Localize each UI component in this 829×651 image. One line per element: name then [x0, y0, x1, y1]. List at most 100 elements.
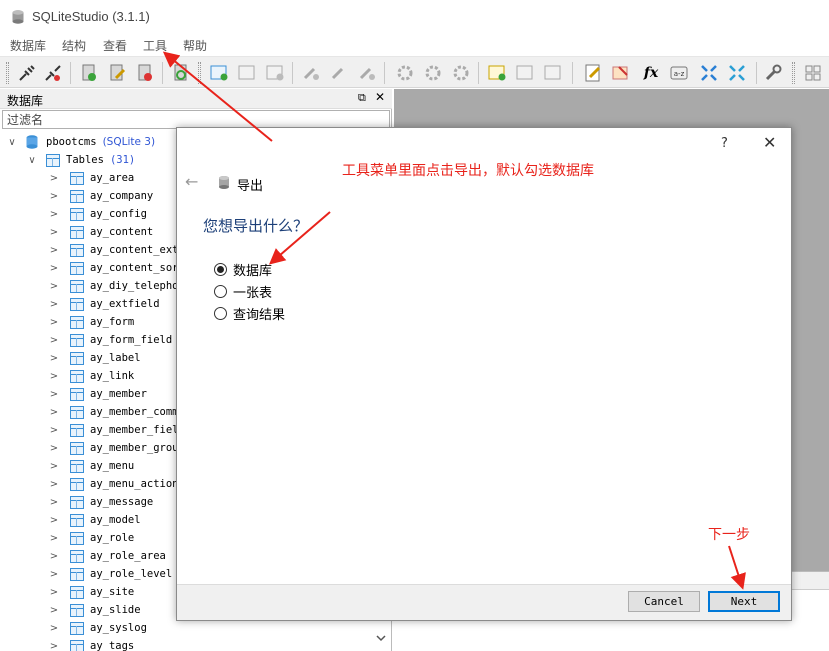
- delete-table-icon[interactable]: [264, 62, 286, 84]
- table-row[interactable]: > ay_form_field: [48, 331, 172, 349]
- table-row[interactable]: > ay_role_area: [48, 547, 166, 565]
- chevron-right-icon[interactable]: >: [48, 623, 60, 634]
- edit-view-icon[interactable]: [514, 62, 536, 84]
- refresh-db-icon[interactable]: [170, 62, 192, 84]
- scroll-down-icon[interactable]: [376, 634, 386, 642]
- table-row[interactable]: > ay_message: [48, 493, 153, 511]
- delete-trigger-icon[interactable]: [450, 62, 472, 84]
- chevron-right-icon[interactable]: >: [48, 263, 60, 274]
- table-row[interactable]: > ay_extfield: [48, 295, 160, 313]
- menu-view[interactable]: 查看: [103, 37, 127, 54]
- cancel-button[interactable]: Cancel: [628, 591, 700, 612]
- next-button[interactable]: Next: [708, 591, 780, 612]
- chevron-right-icon[interactable]: >: [48, 227, 60, 238]
- table-row[interactable]: > ay_label: [48, 349, 141, 367]
- window-tile-icon[interactable]: [802, 62, 824, 84]
- table-row[interactable]: > ay_link: [48, 367, 134, 385]
- remove-db-icon[interactable]: [134, 62, 156, 84]
- chevron-right-icon[interactable]: >: [48, 335, 60, 346]
- help-button[interactable]: ?: [721, 136, 728, 151]
- menu-tools[interactable]: 工具: [143, 37, 167, 54]
- table-row[interactable]: > ay_form: [48, 313, 134, 331]
- table-row[interactable]: > ay_area: [48, 169, 134, 187]
- tree-node-tables[interactable]: ∨ Tables (31): [26, 151, 135, 169]
- table-row[interactable]: > ay_content_sort: [48, 259, 185, 277]
- table-row[interactable]: > ay_slide: [48, 601, 141, 619]
- table-row[interactable]: > ay_syslog: [48, 619, 147, 637]
- table-row[interactable]: > ay_role_level: [48, 565, 172, 583]
- extensions-icon[interactable]: [698, 62, 720, 84]
- option-table[interactable]: 一张表: [214, 282, 272, 301]
- chevron-right-icon[interactable]: >: [48, 515, 60, 526]
- menu-help[interactable]: 帮助: [183, 37, 207, 54]
- open-table-icon[interactable]: [610, 62, 632, 84]
- chevron-right-icon[interactable]: >: [48, 209, 60, 220]
- collations-icon[interactable]: a-z: [668, 62, 690, 84]
- chevron-right-icon[interactable]: >: [48, 641, 60, 651]
- tree-node-database[interactable]: ∨ pbootcms (SQLite 3): [6, 133, 155, 151]
- edit-table-icon[interactable]: [236, 62, 258, 84]
- table-row[interactable]: > ay_config: [48, 205, 147, 223]
- table-row[interactable]: > ay_role: [48, 529, 134, 547]
- chevron-right-icon[interactable]: >: [48, 587, 60, 598]
- create-index-icon[interactable]: [300, 62, 322, 84]
- add-db-icon[interactable]: [78, 62, 100, 84]
- sql-editor-icon[interactable]: [582, 62, 604, 84]
- fullscreen-icon[interactable]: [726, 62, 748, 84]
- table-row[interactable]: > ay_member: [48, 385, 147, 403]
- connect-db-icon[interactable]: [16, 62, 38, 84]
- delete-view-icon[interactable]: [542, 62, 564, 84]
- table-row[interactable]: > ay_content_ext: [48, 241, 179, 259]
- toolbar-grip[interactable]: [6, 62, 9, 84]
- option-database[interactable]: 数据库: [214, 260, 272, 279]
- chevron-right-icon[interactable]: >: [48, 191, 60, 202]
- dialog-close-button[interactable]: ✕: [763, 133, 776, 152]
- chevron-right-icon[interactable]: >: [48, 605, 60, 616]
- chevron-right-icon[interactable]: >: [48, 173, 60, 184]
- edit-db-icon[interactable]: [106, 62, 128, 84]
- chevron-right-icon[interactable]: >: [48, 245, 60, 256]
- table-row[interactable]: > ay_content: [48, 223, 153, 241]
- radio-database[interactable]: [214, 263, 227, 276]
- table-row[interactable]: > ay_tags: [48, 637, 134, 651]
- chevron-right-icon[interactable]: >: [48, 533, 60, 544]
- chevron-right-icon[interactable]: >: [48, 371, 60, 382]
- back-arrow-icon[interactable]: ←: [185, 172, 198, 191]
- wrench-icon[interactable]: [762, 62, 784, 84]
- table-row[interactable]: > ay_member_field: [48, 421, 185, 439]
- create-view-icon[interactable]: [486, 62, 508, 84]
- float-panel-icon[interactable]: ⧉: [358, 91, 366, 105]
- chevron-right-icon[interactable]: >: [48, 551, 60, 562]
- radio-table[interactable]: [214, 285, 227, 298]
- create-table-icon[interactable]: [208, 62, 230, 84]
- table-row[interactable]: > ay_site: [48, 583, 134, 601]
- chevron-right-icon[interactable]: >: [48, 425, 60, 436]
- menu-structure[interactable]: 结构: [62, 37, 86, 54]
- chevron-right-icon[interactable]: >: [48, 461, 60, 472]
- delete-index-icon[interactable]: [356, 62, 378, 84]
- radio-query-results[interactable]: [214, 307, 227, 320]
- chevron-right-icon[interactable]: >: [48, 497, 60, 508]
- chevron-right-icon[interactable]: >: [48, 317, 60, 328]
- edit-index-icon[interactable]: [328, 62, 350, 84]
- chevron-right-icon[interactable]: >: [48, 353, 60, 364]
- chevron-right-icon[interactable]: >: [48, 299, 60, 310]
- table-row[interactable]: > ay_model: [48, 511, 141, 529]
- chevron-right-icon[interactable]: >: [48, 443, 60, 454]
- table-row[interactable]: > ay_menu: [48, 457, 134, 475]
- disconnect-db-icon[interactable]: [42, 62, 64, 84]
- chevron-right-icon[interactable]: >: [48, 407, 60, 418]
- functions-icon[interactable]: fx: [640, 62, 662, 84]
- close-panel-icon[interactable]: ✕: [375, 90, 385, 104]
- chevron-right-icon[interactable]: >: [48, 389, 60, 400]
- chevron-right-icon[interactable]: >: [48, 569, 60, 580]
- menu-database[interactable]: 数据库: [10, 37, 46, 54]
- table-row[interactable]: > ay_menu_action: [48, 475, 179, 493]
- table-row[interactable]: > ay_diy_telephone: [48, 277, 191, 295]
- chevron-down-icon[interactable]: ∨: [6, 137, 18, 148]
- chevron-right-icon[interactable]: >: [48, 479, 60, 490]
- table-row[interactable]: > ay_member_group: [48, 439, 185, 457]
- option-query-results[interactable]: 查询结果: [214, 304, 285, 323]
- chevron-right-icon[interactable]: >: [48, 281, 60, 292]
- chevron-down-icon[interactable]: ∨: [26, 155, 38, 166]
